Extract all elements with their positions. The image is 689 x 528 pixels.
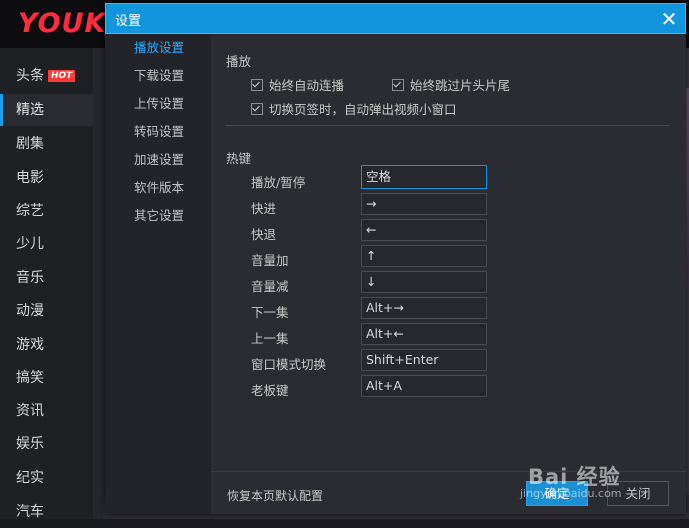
settings-dialog: 设置 ✕ 播放设置 下载设置 上传设置 转码设置 加速设置 软件版本 其它设置 … [105, 3, 686, 514]
menu-item-playback[interactable]: 播放设置 [105, 34, 211, 62]
app-logo: YOUK [18, 8, 107, 39]
sidebar-item-anime[interactable]: 动漫 [0, 295, 93, 327]
hotkey-label-next-episode: 下一集 [251, 305, 289, 320]
hotkey-label-volume-up: 音量加 [251, 253, 289, 268]
hotkey-label-prev-episode: 上一集 [251, 331, 289, 346]
sidebar-item-documentary[interactable]: 纪实 [0, 462, 93, 494]
sidebar-item-entertainment[interactable]: 娱乐 [0, 428, 93, 460]
hotkey-input-volume-down[interactable]: ↓ [361, 271, 487, 293]
menu-item-other[interactable]: 其它设置 [105, 202, 211, 230]
hotkey-input-prev-episode[interactable]: Alt+← [361, 323, 487, 345]
menu-item-upload[interactable]: 上传设置 [105, 90, 211, 118]
sidebar-item-movies[interactable]: 电影 [0, 162, 93, 194]
menu-item-version[interactable]: 软件版本 [105, 174, 211, 202]
hotkey-input-next-episode[interactable]: Alt+→ [361, 297, 487, 319]
sidebar-item-label: 综艺 [16, 203, 44, 219]
hotkey-label-window-mode: 窗口模式切换 [251, 357, 327, 372]
sidebar-item-news[interactable]: 资讯 [0, 395, 93, 427]
hotkey-section-title: 热键 [226, 151, 252, 166]
auto-play-checkbox[interactable]: 始终自动连播 [251, 75, 344, 94]
settings-menu: 播放设置 下载设置 上传设置 转码设置 加速设置 软件版本 其它设置 [105, 34, 211, 514]
sidebar-item-label: 纪实 [16, 470, 44, 486]
dialog-title: 设置 [115, 14, 142, 29]
sidebar-item-games[interactable]: 游戏 [0, 329, 93, 361]
settings-panel: 播放 始终自动连播 始终跳过片头片尾 切换页签时，自动弹出视频小窗口 热键 播放… [211, 34, 686, 514]
play-section-title: 播放 [226, 54, 252, 69]
hotkey-input-forward[interactable]: → [361, 193, 487, 215]
hotkey-input-play-pause[interactable]: 空格 [361, 165, 487, 189]
hot-badge: HOT [48, 70, 76, 82]
sidebar-item-label: 动漫 [16, 303, 44, 319]
sidebar-item-kids[interactable]: 少儿 [0, 228, 93, 260]
skip-intro-checkbox[interactable]: 始终跳过片头片尾 [392, 75, 510, 94]
sidebar-item-label: 音乐 [16, 270, 44, 286]
hotkey-label-rewind: 快退 [251, 227, 277, 242]
sidebar-item-series[interactable]: 剧集 [0, 128, 93, 160]
sidebar-item-label: 汽车 [16, 504, 44, 520]
sidebar-item-label: 游戏 [16, 337, 44, 353]
sidebar-item-label: 头条 [16, 68, 44, 84]
close-icon[interactable]: ✕ [657, 7, 681, 31]
auto-play-label: 始终自动连播 [269, 78, 345, 93]
hotkey-label-forward: 快进 [251, 201, 277, 216]
hotkey-input-rewind[interactable]: ← [361, 219, 487, 241]
sidebar-item-label: 少儿 [16, 236, 44, 252]
sidebar-item-label: 精选 [16, 102, 44, 118]
hotkey-input-window-mode[interactable]: Shift+Enter [361, 349, 487, 371]
sidebar-item-variety[interactable]: 综艺 [0, 195, 93, 227]
hotkey-label-boss-key: 老板键 [251, 383, 289, 398]
sidebar-item-label: 娱乐 [16, 436, 44, 452]
section-divider [225, 125, 669, 126]
hotkey-input-volume-up[interactable]: ↑ [361, 245, 487, 267]
sidebar-item-label: 剧集 [16, 136, 44, 152]
mini-window-label: 切换页签时，自动弹出视频小窗口 [269, 102, 457, 117]
hotkey-label-volume-down: 音量减 [251, 279, 289, 294]
reset-defaults-link[interactable]: 恢复本页默认配置 [227, 487, 323, 504]
sidebar-item-featured[interactable]: 精选 [0, 94, 93, 126]
hotkey-input-boss-key[interactable]: Alt+A [361, 375, 487, 397]
sidebar-item-label: 资讯 [16, 403, 44, 419]
sidebar-item-headlines[interactable]: 头条 HOT [0, 60, 93, 92]
menu-item-download[interactable]: 下载设置 [105, 62, 211, 90]
mini-window-checkbox[interactable]: 切换页签时，自动弹出视频小窗口 [251, 99, 457, 118]
sidebar-item-label: 搞笑 [16, 370, 44, 386]
dialog-title-bar[interactable]: 设置 ✕ [105, 3, 686, 34]
sidebar-item-label: 电影 [16, 170, 44, 186]
skip-intro-label: 始终跳过片头片尾 [410, 78, 511, 93]
menu-item-acceleration[interactable]: 加速设置 [105, 146, 211, 174]
sidebar-item-music[interactable]: 音乐 [0, 262, 93, 294]
hotkey-label-play-pause: 播放/暂停 [251, 175, 306, 190]
sidebar-item-funny[interactable]: 搞笑 [0, 362, 93, 394]
checkbox-checked-icon [392, 79, 404, 91]
app-sidebar: 头条 HOT 精选 剧集 电影 综艺 少儿 音乐 动漫 游戏 搞笑 资讯 娱乐 纪… [0, 48, 93, 520]
checkbox-checked-icon [251, 103, 263, 115]
menu-item-transcode[interactable]: 转码设置 [105, 118, 211, 146]
sidebar-item-cars[interactable]: 汽车 [0, 496, 93, 528]
watermark-sub: jingyan.baidu.com [520, 487, 622, 500]
checkbox-checked-icon [251, 79, 263, 91]
baidu-watermark: Bai 经验 jingyan.baidu.com [520, 461, 622, 500]
